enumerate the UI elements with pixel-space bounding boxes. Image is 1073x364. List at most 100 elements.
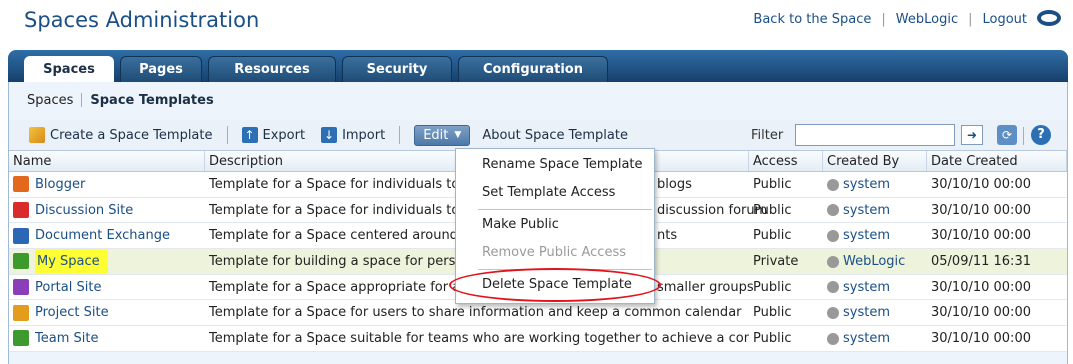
user-link[interactable]: WebLogic [896, 12, 958, 27]
created-by-link[interactable]: system [843, 223, 890, 248]
edit-label: Edit [423, 127, 449, 143]
column-header-date-created[interactable]: Date Created [927, 151, 1067, 171]
toolbar-separator [226, 126, 228, 144]
sub-navigation: Spaces Space Templates [9, 90, 214, 110]
date-created-cell: 30/10/10 00:00 [931, 331, 1031, 347]
discussion-template-icon [13, 202, 29, 219]
blogger-template-icon [13, 176, 29, 193]
created-by-link[interactable]: system [843, 172, 890, 197]
tab-configuration[interactable]: Configuration [458, 56, 608, 82]
menu-item-make-public[interactable]: Make Public [456, 211, 654, 239]
access-cell: Public [753, 279, 792, 295]
team-site-template-icon [13, 330, 29, 347]
subnav-divider [81, 93, 83, 107]
user-icon [827, 281, 839, 294]
template-name-link[interactable]: Document Exchange [35, 223, 170, 248]
filter-go-button[interactable]: ➜ [961, 125, 983, 145]
export-button[interactable]: ↑ Export [241, 127, 306, 143]
description-text: Template for a Space centered around [209, 228, 458, 244]
highlight-oval [449, 268, 661, 302]
name-cell: Discussion Site [9, 198, 205, 223]
name-cell: My Space [9, 249, 205, 274]
templates-toolbar: Create a Space Template ↑ Export ↓ Impor… [9, 120, 1067, 150]
created-by-cell: WebLogic [823, 249, 927, 274]
create-template-icon [29, 127, 45, 143]
refresh-icon[interactable]: ⟳ [997, 125, 1017, 145]
tab-spaces[interactable]: Spaces [24, 56, 114, 82]
description-text: Template for a Space appropriate for a [209, 279, 461, 295]
template-name-link[interactable]: Project Site [35, 300, 109, 325]
name-cell: Document Exchange [9, 223, 205, 248]
about-template-button[interactable]: About Space Template [482, 128, 628, 143]
created-by-cell: system [823, 198, 927, 223]
table-row[interactable]: Team Site Template for a Space suitable … [9, 326, 1067, 352]
import-button[interactable]: ↓ Import [321, 127, 385, 143]
user-icon [827, 204, 839, 217]
column-header-created-by[interactable]: Created By [823, 151, 927, 171]
logout-link[interactable]: Logout [982, 12, 1027, 27]
access-cell: Public [753, 177, 792, 192]
help-icon[interactable]: ? [1031, 125, 1051, 145]
created-by-link[interactable]: system [843, 198, 890, 223]
tab-security[interactable]: Security [342, 56, 452, 82]
oracle-logo-icon [1037, 9, 1061, 26]
back-to-space-link[interactable]: Back to the Space [753, 12, 871, 27]
template-name-link[interactable]: Team Site [35, 326, 98, 351]
menu-item-set-template-access[interactable]: Set Template Access [456, 179, 654, 207]
toolbar-separator [1023, 127, 1024, 145]
project-site-template-icon [13, 304, 29, 321]
access-cell: Public [753, 331, 792, 347]
create-template-label: Create a Space Template [50, 127, 213, 143]
template-name-link[interactable]: Portal Site [35, 275, 101, 300]
user-icon [827, 229, 839, 242]
toolbar-separator [399, 126, 401, 144]
created-by-cell: system [823, 300, 927, 325]
description-text: Template for a Space for individuals to [209, 177, 460, 192]
subnav-space-templates[interactable]: Space Templates [90, 93, 213, 108]
description-text: Template for a Space for individuals to [209, 202, 460, 218]
access-cell: Public [753, 305, 792, 321]
name-cell: Project Site [9, 300, 205, 325]
filter-input[interactable] [795, 124, 955, 146]
created-by-link[interactable]: system [843, 300, 890, 325]
create-template-button[interactable]: Create a Space Template [29, 127, 213, 143]
column-header-name[interactable]: Name [9, 151, 205, 171]
created-by-link[interactable]: system [843, 275, 890, 300]
description-cell: Template for a Space for users to share … [209, 305, 742, 321]
subnav-spaces[interactable]: Spaces [27, 93, 73, 108]
user-icon [827, 332, 839, 345]
menu-item-remove-public-access: Remove Public Access [482, 245, 626, 260]
document-exchange-template-icon [13, 227, 29, 244]
description-tail: discussion forum [657, 202, 768, 218]
import-icon: ↓ [321, 127, 338, 143]
template-name-link[interactable]: My Space [35, 249, 108, 274]
filter-label: Filter [751, 128, 784, 143]
menu-item-rename-template[interactable]: Rename Space Template [456, 151, 654, 179]
date-created-cell: 30/10/10 00:00 [931, 228, 1031, 244]
created-by-cell: system [823, 326, 927, 351]
column-header-access[interactable]: Access [749, 151, 823, 171]
chevron-down-icon: ▼ [454, 130, 462, 140]
app-title: Spaces Administration [24, 8, 260, 32]
template-name-link[interactable]: Discussion Site [35, 198, 133, 223]
user-icon [827, 306, 839, 319]
tab-resources[interactable]: Resources [208, 56, 336, 82]
created-by-link[interactable]: WebLogic [843, 249, 905, 274]
user-icon [827, 255, 839, 268]
portal-site-template-icon [13, 279, 29, 296]
access-cell: Public [753, 228, 792, 244]
table-row[interactable]: Project Site Template for a Space for us… [9, 300, 1067, 327]
user-icon [827, 178, 839, 191]
description-text: Template for building a space for perso [209, 254, 464, 270]
created-by-link[interactable]: system [843, 326, 890, 351]
created-by-cell: system [823, 223, 927, 248]
tab-pages[interactable]: Pages [120, 56, 202, 82]
edit-menu-button[interactable]: Edit ▼ [414, 124, 471, 146]
description-cell: Template for a Space suitable for teams … [209, 331, 749, 347]
global-links: Back to the Space | WebLogic | Logout [753, 9, 1061, 27]
date-created-cell: 05/09/11 16:31 [931, 254, 1031, 270]
link-separator: | [968, 12, 973, 27]
template-name-link[interactable]: Blogger [35, 172, 85, 197]
export-label: Export [262, 127, 306, 143]
created-by-cell: system [823, 172, 927, 197]
